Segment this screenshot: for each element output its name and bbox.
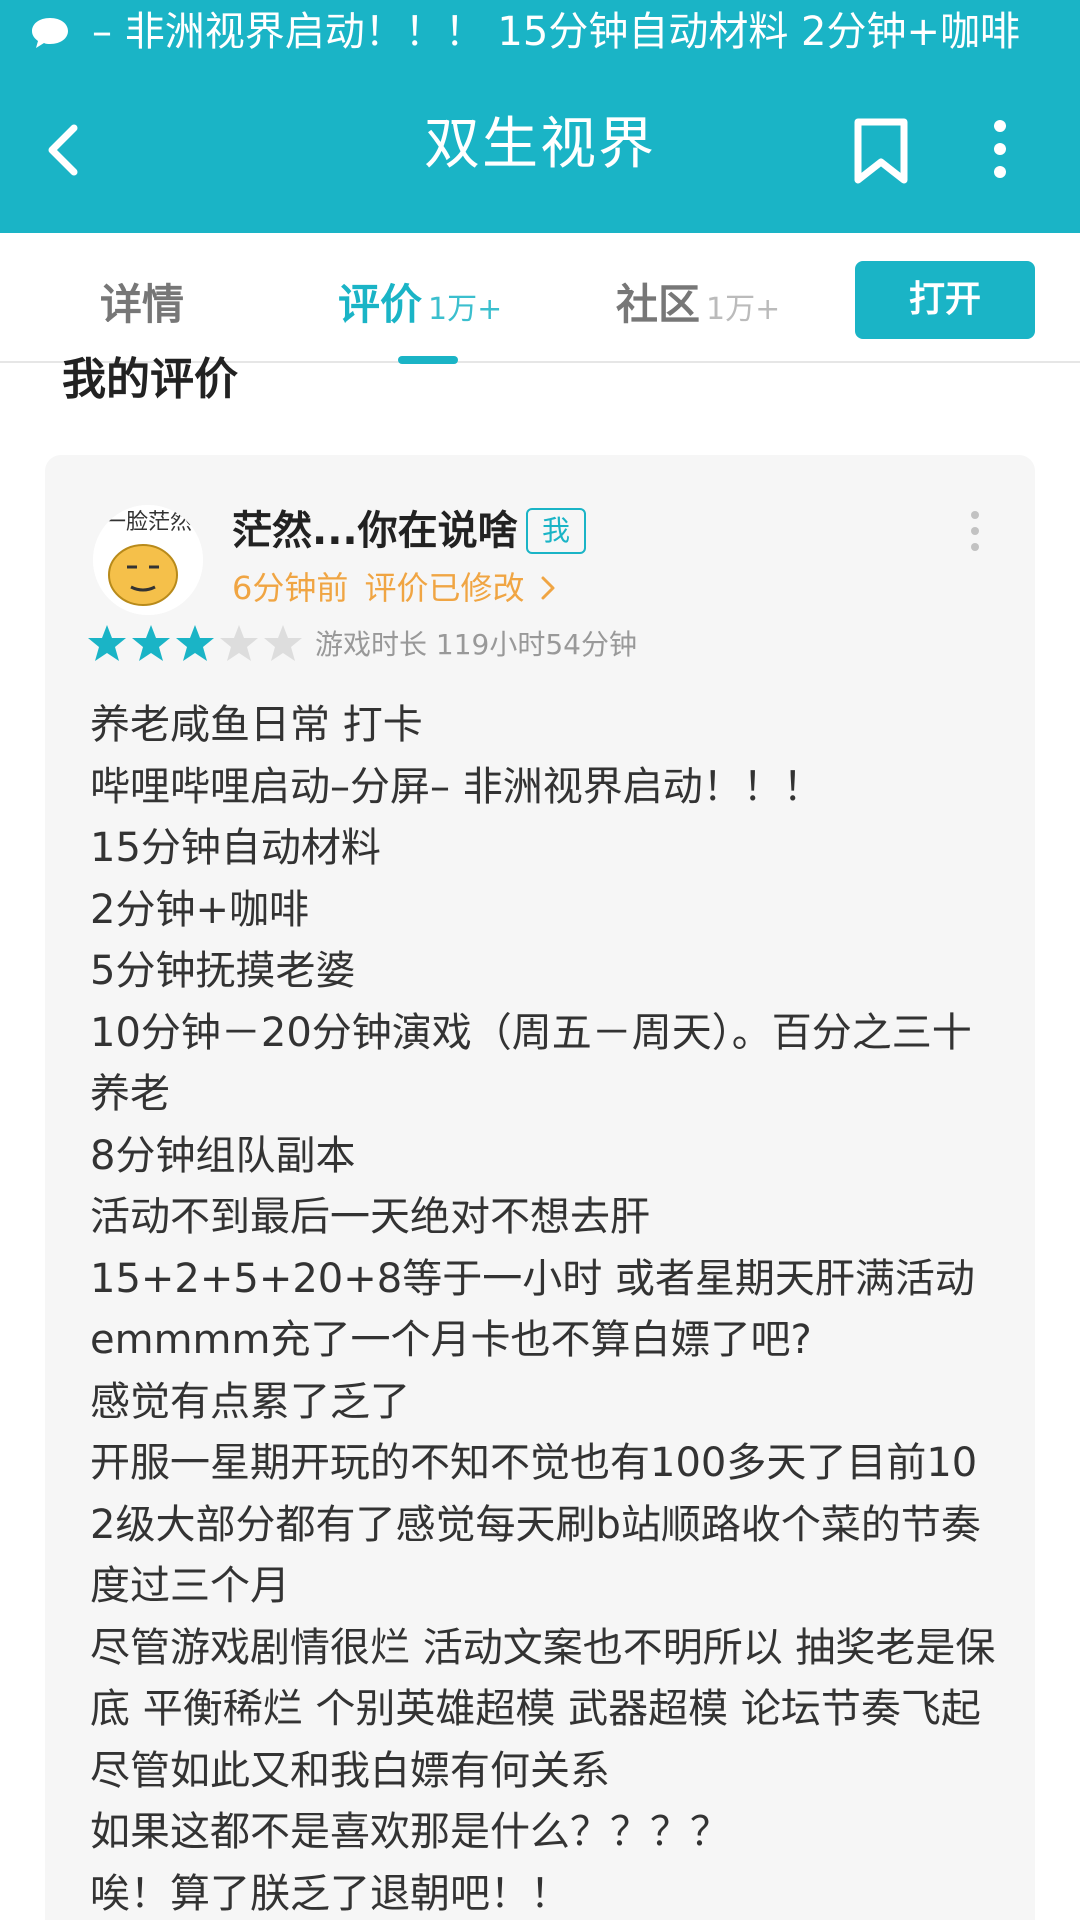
review-line: 8分钟组队副本 bbox=[90, 1132, 356, 1179]
review-meta[interactable]: 6分钟前 评价已修改 bbox=[232, 565, 557, 611]
star-empty-icon bbox=[264, 625, 302, 661]
notification-ticker: – 非洲视界启动！！！ 15分钟自动材料 2分钟+咖啡 bbox=[92, 9, 1021, 55]
tab-label: 详情 bbox=[100, 280, 185, 329]
review-line: 开服一星期开玩的不知不觉也有100多天了目前102级大部分都有了感觉每天刷b站顺… bbox=[90, 1440, 981, 1609]
username[interactable]: 茫然...你在说啥 bbox=[232, 503, 518, 559]
edited-label: 评价已修改 bbox=[364, 569, 525, 607]
playtime: 游戏时长 119小时54分钟 bbox=[315, 628, 637, 661]
app-bar: 双生视界 bbox=[0, 64, 1080, 233]
review-card: 一脸茫然 茫然...你在说啥 我 6分钟前 评价已修改 游戏时长 119小时54… bbox=[45, 455, 1035, 1920]
review-line: 如果这都不是喜欢那是什么？？？？ bbox=[90, 1809, 730, 1855]
more-vertical-icon bbox=[971, 511, 979, 551]
chevron-right-icon bbox=[541, 576, 555, 600]
more-vertical-icon bbox=[994, 120, 1006, 178]
review-line: 10分钟－20分钟演戏（周五－周天）。百分之三十养老 bbox=[90, 1009, 972, 1118]
review-more-button[interactable] bbox=[960, 507, 990, 555]
review-body: 养老咸鱼日常 打卡哔哩哔哩启动–分屏– 非洲视界启动！！！ 15分钟自动材料 2分钟… bbox=[90, 695, 1000, 1920]
review-time: 6分钟前 bbox=[232, 569, 349, 607]
review-line: 2分钟+咖啡 bbox=[90, 886, 309, 933]
tab-label: 评价 bbox=[338, 280, 423, 329]
section-title: 我的评价 bbox=[62, 354, 238, 405]
review-line: emmmm充了一个月卡也不算白嫖了吧? bbox=[90, 1317, 812, 1363]
avatar-text: 一脸茫然 bbox=[104, 510, 192, 535]
review-line: 养老咸鱼日常 打卡 bbox=[90, 702, 423, 748]
status-bar: – 非洲视界启动！！！ 15分钟自动材料 2分钟+咖啡 bbox=[0, 0, 1080, 64]
tab-community[interactable]: 社区 1万+ bbox=[616, 271, 780, 341]
tab-reviews[interactable]: 评价 1万+ bbox=[338, 271, 502, 341]
review-line: 5分钟抚摸老婆 bbox=[90, 948, 356, 994]
star-filled-icon bbox=[132, 625, 170, 661]
more-options-button[interactable] bbox=[980, 114, 1020, 184]
tab-count: 1万+ bbox=[706, 292, 781, 327]
bookmark-button[interactable] bbox=[848, 116, 914, 186]
chat-bubble-icon bbox=[32, 18, 68, 48]
back-arrow-icon bbox=[48, 124, 78, 176]
review-line: 哔哩哔哩启动–分屏– 非洲视界启动！！！ bbox=[90, 763, 823, 810]
review-line: 感觉有点累了乏了 bbox=[90, 1378, 410, 1425]
tab-count: 1万+ bbox=[428, 292, 503, 327]
page-title: 双生视界 bbox=[424, 112, 656, 177]
review-line: 15+2+5+20+8等于一小时 或者星期天肝满活动 bbox=[90, 1255, 975, 1302]
tab-label: 社区 bbox=[616, 280, 701, 329]
tab-details[interactable]: 详情 bbox=[100, 271, 190, 341]
star-rating bbox=[87, 623, 303, 667]
review-line: 活动不到最后一天绝对不想去肝 bbox=[90, 1194, 650, 1240]
back-button[interactable] bbox=[30, 108, 100, 188]
star-empty-icon bbox=[220, 625, 258, 661]
bookmark-icon bbox=[854, 118, 908, 184]
review-line: 唉！算了朕乏了退朝吧！！ bbox=[90, 1870, 570, 1917]
star-filled-icon bbox=[88, 625, 126, 661]
avatar[interactable]: 一脸茫然 bbox=[93, 505, 203, 615]
avatar-image: 一脸茫然 bbox=[93, 505, 203, 615]
me-badge: 我 bbox=[526, 508, 586, 554]
app-header: – 非洲视界启动！！！ 15分钟自动材料 2分钟+咖啡 双生视界 bbox=[0, 0, 1080, 233]
active-tab-indicator bbox=[398, 356, 458, 364]
review-line: 15分钟自动材料 bbox=[90, 825, 381, 871]
review-line: 尽管游戏剧情很烂 活动文案也不明所以 抽奖老是保底 平衡稀烂 个别英雄超模 武器… bbox=[90, 1624, 996, 1794]
open-app-button[interactable]: 打开 bbox=[855, 261, 1035, 339]
star-filled-icon bbox=[176, 625, 214, 661]
